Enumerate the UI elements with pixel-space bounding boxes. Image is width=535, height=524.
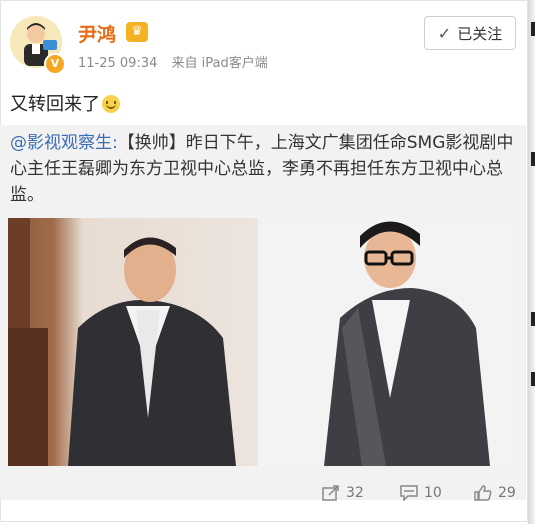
share-icon: [322, 485, 339, 501]
comment-icon: [400, 485, 418, 501]
post-meta: 11-25 09:34 来自 iPad客户端: [78, 52, 268, 71]
like-count: 29: [498, 485, 516, 501]
photo-right[interactable]: [262, 218, 517, 466]
repost-count: 32: [346, 485, 364, 501]
check-icon: ✓: [437, 23, 452, 43]
post-time[interactable]: 11-25 09:34: [78, 56, 157, 71]
repost-mention[interactable]: @影视观察生:: [10, 133, 118, 153]
like-icon: [474, 485, 492, 501]
man-in-suit-photo: [8, 218, 236, 466]
repost-text: @影视观察生:【换帅】昨日下午，上海文广集团任命SMG影视剧中心主任王磊卿为东方…: [10, 130, 518, 208]
comment-action[interactable]: 10: [400, 485, 442, 501]
comment-count: 10: [424, 485, 442, 501]
crown-icon[interactable]: ♛: [126, 22, 148, 42]
verified-badge-icon: V: [44, 53, 66, 75]
post-body: 又转回来了: [10, 94, 100, 115]
photo-left[interactable]: [8, 218, 258, 466]
man-with-glasses-photo: [324, 221, 490, 466]
follow-label: 已关注: [457, 24, 503, 43]
post-text: 又转回来了: [10, 90, 120, 116]
adjacent-page-edge: [528, 0, 535, 524]
smile-emoji-icon: [102, 95, 120, 113]
post-source: 来自 iPad客户端: [171, 56, 268, 71]
repost-action[interactable]: 32: [322, 485, 364, 501]
username[interactable]: 尹鸿: [78, 20, 116, 47]
follow-button[interactable]: ✓ 已关注: [424, 16, 516, 50]
like-action[interactable]: 29: [474, 485, 516, 501]
